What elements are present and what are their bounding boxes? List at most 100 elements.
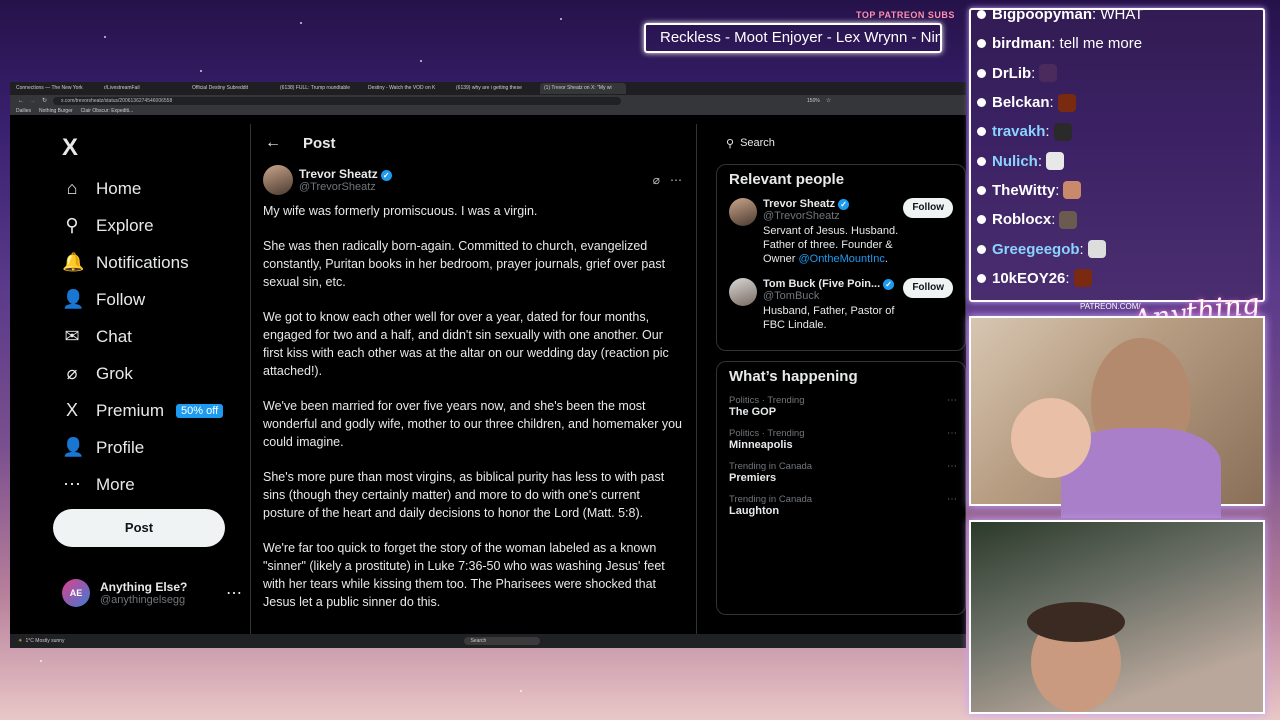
person-name-text[interactable]: Trevor Sheatz (763, 198, 835, 210)
browser-tab[interactable]: Destiny - Watch the VOD on K (364, 83, 450, 94)
person-handle[interactable]: @TrevorSheatz (763, 210, 903, 222)
search-input[interactable]: Search (740, 137, 775, 149)
bookmark-item[interactable]: Dailies (16, 108, 31, 114)
author-name[interactable]: Trevor Sheatz ✓ (299, 167, 392, 181)
trend-item[interactable]: Politics · Trending Minneapolis ⋯ (729, 428, 957, 451)
browser-tab[interactable]: (1) Trevor Sheatz on X: "My wi (540, 83, 626, 94)
sidebar-item-more[interactable]: ⋯ More (62, 466, 223, 503)
person-name[interactable]: Trevor Sheatz ✓ (763, 198, 903, 210)
sidebar-item-grok[interactable]: ⌀ Grok (62, 355, 223, 392)
chat-username: Greegeegob (992, 240, 1080, 258)
trend-item[interactable]: Politics · Trending The GOP ⋯ (729, 395, 957, 418)
forward-icon[interactable]: → (30, 98, 36, 104)
sidebar-item-follow[interactable]: 👤 Follow (62, 281, 223, 318)
post-button[interactable]: Post (53, 509, 225, 547)
person-bio-link[interactable]: @OntheMountInc (798, 253, 884, 265)
person-info: Trevor Sheatz ✓ @TrevorSheatz Servant of Je… (763, 198, 903, 266)
chat-bullet-icon (977, 39, 986, 49)
browser-tab[interactable]: Official Destiny Subreddit (188, 83, 274, 94)
weather-widget[interactable]: 1°C Mostly sunny (25, 638, 64, 644)
more-circle-icon: ⋯ (63, 474, 81, 494)
person-avatar[interactable] (729, 198, 757, 226)
sidebar-item-premium[interactable]: X Premium 50% off (62, 392, 224, 429)
person-avatar[interactable] (729, 278, 757, 306)
sidebar-item-profile[interactable]: 👤 Profile (62, 429, 223, 466)
bookmark-item[interactable]: Clair Obscur: Expediti... (81, 108, 134, 114)
follow-button[interactable]: Follow (903, 198, 953, 218)
search-box[interactable]: ⚲ Search (716, 132, 966, 154)
sidebar-item-home[interactable]: ⌂ Home (62, 170, 223, 207)
more-options-icon[interactable]: ⋯ (947, 428, 957, 439)
chat-message: Nulich: (971, 146, 1263, 175)
tweet-tools: ⌀ ⋯ (653, 173, 682, 187)
trend-category: Trending in Canada (729, 461, 813, 472)
trend-name: Minneapolis (729, 439, 793, 451)
bookmark-star-icon[interactable]: ☆ (826, 97, 831, 104)
more-options-icon[interactable]: ⋯ (947, 494, 957, 505)
browser-tab[interactable]: Connections — The New York (12, 83, 98, 94)
trend-name: The GOP (729, 406, 777, 418)
more-options-icon[interactable]: ⋯ (226, 583, 242, 603)
chat-text: : (1051, 211, 1056, 229)
grok-icon[interactable]: ⌀ (653, 173, 660, 187)
follow-button[interactable]: Follow (903, 278, 953, 298)
zoom-level[interactable]: 150% (807, 98, 820, 104)
chat-username: Belckan (992, 94, 1050, 112)
author-handle[interactable]: @TrevorSheatz (299, 181, 392, 193)
bookmark-item[interactable]: Nothing Burger (39, 108, 73, 114)
x-logo-icon[interactable]: X (62, 134, 78, 162)
sidebar-item-explore[interactable]: ⚲ Explore (62, 207, 223, 244)
browser-tab[interactable]: (6138) FULL: Trump roundtable (276, 83, 362, 94)
person-handle[interactable]: @TomBuck (763, 290, 903, 302)
tweet-body: My wife was formerly promiscuous. I was … (251, 198, 696, 611)
chat-text: : (1037, 152, 1043, 170)
person-bio: Servant of Jesus. Husband. Father of thr… (763, 224, 903, 266)
chat-bullet-icon (977, 244, 986, 254)
trend-item[interactable]: Trending in Canada Laughton ⋯ (729, 494, 957, 517)
star-decoration (300, 22, 302, 24)
taskbar-search[interactable]: Search (464, 637, 541, 645)
chat-bullet-icon (977, 156, 986, 166)
back-icon[interactable]: ← (18, 98, 24, 104)
more-options-icon[interactable]: ⋯ (947, 395, 957, 406)
person-bio: Husband, Father, Pastor of FBC Lindale. (763, 304, 903, 332)
reload-icon[interactable]: ↻ (42, 97, 47, 104)
address-input[interactable]: x.com/trevorsheatz/status/20061362745460… (53, 96, 622, 105)
chat-bullet-icon (977, 185, 986, 195)
sidebar-item-notifications[interactable]: 🔔 Notifications (62, 244, 223, 281)
person-name[interactable]: Tom Buck (Five Poin... ✓ (763, 278, 903, 290)
more-options-icon[interactable]: ⋯ (670, 173, 682, 187)
trend-item[interactable]: Trending in Canada Premiers ⋯ (729, 461, 957, 484)
right-sidebar: ⚲ Search Relevant people Trevor Sheatz ✓ @… (716, 124, 966, 634)
search-icon: ⚲ (65, 215, 79, 235)
browser-tab[interactable]: (6139) why are i getting these (452, 83, 538, 94)
chat-message: Belckan: (971, 88, 1263, 117)
chat-text: : (1031, 64, 1036, 82)
left-sidebar: X ⌂ Home ⚲ Explore 🔔 Notifications 👤 Follow ✉ Cha… (10, 124, 251, 634)
sidebar-item-label: Notifications (96, 252, 189, 272)
patreon-ticker: Reckless - Moot Enjoyer - Lex Wrynn - Ni… (644, 23, 942, 53)
account-info: Anything Else? @anythingelsegg (100, 580, 187, 606)
chat-message: birdman: tell me more (971, 29, 1263, 58)
author-name-text[interactable]: Trevor Sheatz (299, 167, 378, 181)
account-switcher[interactable]: AE Anything Else? @anythingelsegg ⋯ (62, 579, 242, 607)
back-arrow-icon[interactable]: ← (265, 134, 281, 152)
sidebar-item-chat[interactable]: ✉ Chat (62, 318, 223, 355)
chat-message: travakh: (971, 117, 1263, 146)
more-options-icon[interactable]: ⋯ (947, 461, 957, 472)
tweet-paragraph: She's more pure than most virgins, as bi… (263, 470, 665, 520)
browser-tab[interactable]: r/LivestreamFail (100, 83, 186, 94)
webcam-hair-shape (1027, 602, 1125, 642)
author-info: Trevor Sheatz ✓ @TrevorSheatz (299, 167, 392, 193)
post-header: ← Post (251, 124, 696, 162)
author-avatar[interactable] (263, 165, 293, 195)
person-name-text[interactable]: Tom Buck (Five Poin... (763, 278, 880, 290)
windows-taskbar: ☀ 1°C Mostly sunny Search (10, 634, 966, 648)
chat-username: Roblocx (992, 211, 1052, 229)
chat-emote-icon (1059, 210, 1078, 229)
relevant-people-title: Relevant people (729, 171, 845, 188)
star-decoration (560, 18, 562, 20)
chat-emote-icon (1087, 240, 1106, 259)
account-handle: @anythingelsegg (100, 594, 186, 606)
chat-emote-icon (1039, 64, 1058, 83)
